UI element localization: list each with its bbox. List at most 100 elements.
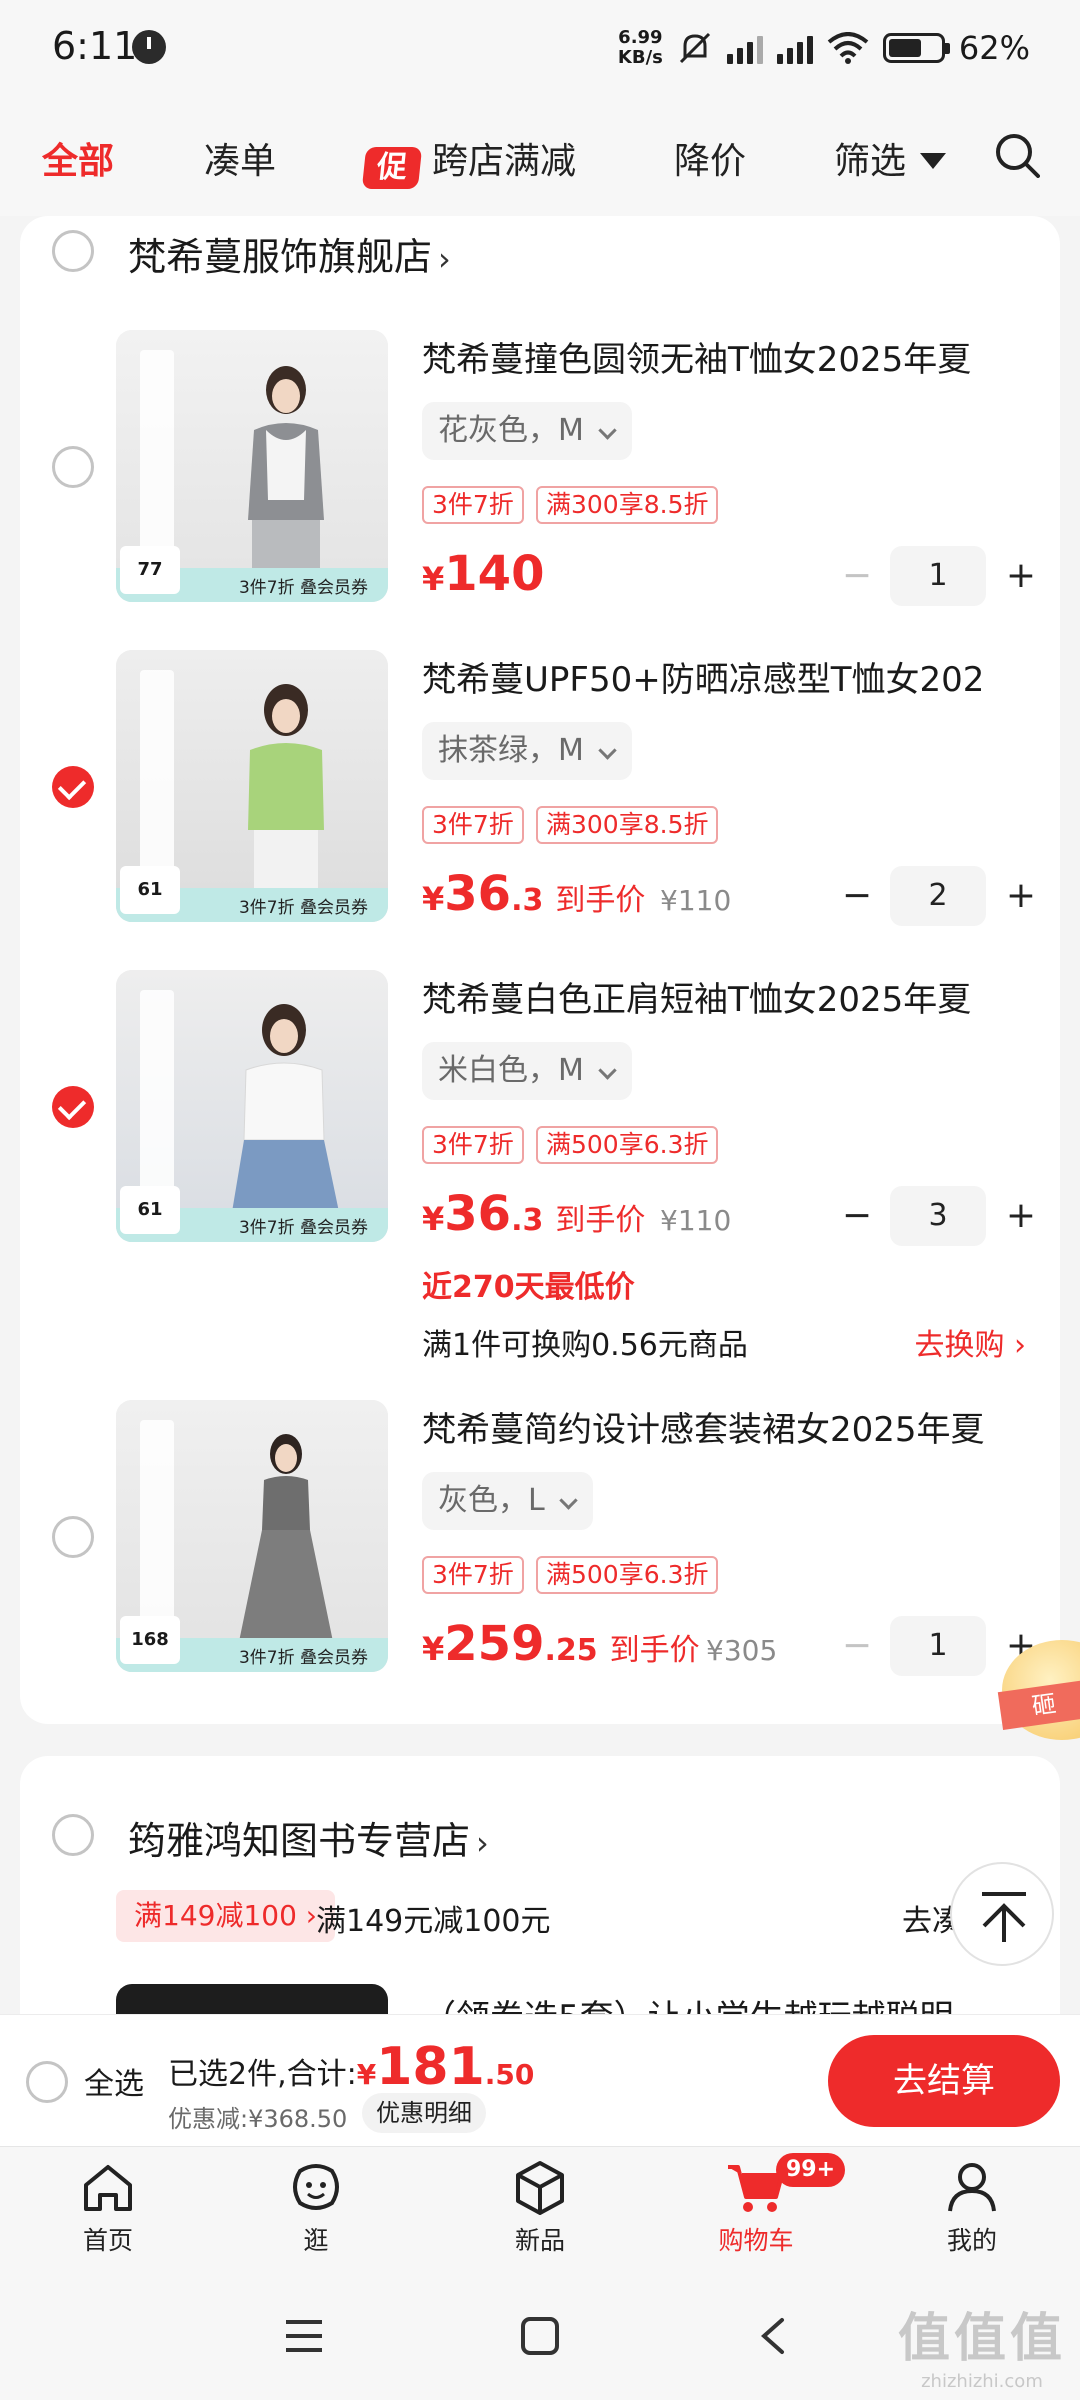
thumb-price: 77 <box>120 546 180 594</box>
coupon-pill[interactable]: 满149减100 › <box>116 1890 335 1942</box>
checkout-bar: 全选 已选2件,合计:¥181.50 优惠减:¥368.50 优惠明细 去结算 <box>0 2014 1080 2146</box>
menu-icon[interactable] <box>284 2318 324 2354</box>
checkout-button[interactable]: 去结算 <box>828 2035 1060 2127</box>
promo-tag: 3件7折 <box>422 806 524 844</box>
item-select-checkbox[interactable] <box>52 446 94 488</box>
product-image[interactable]: 3件7折 叠会员券 61 <box>116 650 388 922</box>
thumb-price: 61 <box>120 1186 180 1234</box>
item-select-checkbox[interactable] <box>52 766 94 808</box>
decrease-button[interactable]: − <box>832 866 882 926</box>
filter-tabs: 全部 凑单 促跨店满减 降价 筛选 <box>0 96 1080 216</box>
tab-cross-store[interactable]: 促跨店满减 <box>361 132 577 189</box>
tab-all[interactable]: 全部 <box>42 132 114 184</box>
decrease-button[interactable]: − <box>832 546 882 606</box>
nav-profile[interactable]: 我的 <box>902 2157 1042 2257</box>
tab-price-drop[interactable]: 降价 <box>674 132 746 184</box>
store-name[interactable]: 梵希蔓服饰旗舰店 › <box>128 226 451 281</box>
mute-icon <box>679 32 710 64</box>
sku-selector[interactable]: 米白色，M <box>422 1042 632 1100</box>
promo-tag: 3件7折 <box>422 1556 524 1594</box>
coupon-description: 满149元减100元 <box>316 1904 551 1939</box>
cart-count-badge: 99+ <box>776 2153 846 2187</box>
battery-percent: 62% <box>958 29 1030 67</box>
item-price: ¥140 <box>422 546 545 602</box>
product-title[interactable]: 梵希蔓撞色圆领无袖T恤女2025年夏 <box>422 332 1042 381</box>
product-title[interactable]: 梵希蔓白色正肩短袖T恤女2025年夏 <box>422 972 1042 1021</box>
selected-summary: 已选2件,合计:¥181.50 <box>168 2037 535 2097</box>
status-bar: 6:11 6.99 KB/s 62% <box>0 0 1080 96</box>
back-icon[interactable] <box>758 2316 788 2356</box>
product-image[interactable]: 3件7折 叠会员券 77 <box>116 330 388 602</box>
sku-selector[interactable]: 抹茶绿，M <box>422 722 632 780</box>
store-card-2: 筠雅鸿知图书专营店› 满149减100 › 满149元减100元 去凑 （领券选… <box>20 1756 1060 2056</box>
clock: 6:11 <box>52 24 138 68</box>
tab-filter[interactable]: 筛选 <box>834 132 947 184</box>
product-photo <box>248 366 324 590</box>
product-photo <box>228 1004 344 1236</box>
nav-explore[interactable]: 逛 <box>246 2157 386 2257</box>
quantity-value[interactable]: 1 <box>890 546 986 606</box>
promo-tag: 满300享8.5折 <box>536 486 719 524</box>
promo-tag: 满500享6.3折 <box>536 1556 719 1594</box>
lowest-price-note: 近270天最低价 <box>422 1270 635 1305</box>
quantity-value[interactable]: 2 <box>890 866 986 926</box>
home-icon <box>84 2165 132 2211</box>
item-select-checkbox[interactable] <box>52 1516 94 1558</box>
discount-detail-button[interactable]: 优惠明细 <box>362 2093 486 2133</box>
swap-purchase-link[interactable]: 去换购 › <box>914 1320 1026 1364</box>
select-all-checkbox[interactable] <box>26 2061 68 2103</box>
product-title[interactable]: 梵希蔓简约设计感套装裙女2025年夏 <box>422 1402 1042 1451</box>
nav-new-products[interactable]: 新品 <box>470 2157 610 2257</box>
swap-purchase-note: 满1件可换购0.56元商品 <box>422 1328 748 1363</box>
decrease-button[interactable]: − <box>832 1616 882 1676</box>
nav-home[interactable]: 首页 <box>38 2157 178 2257</box>
increase-button[interactable]: + <box>996 546 1046 606</box>
wifi-icon <box>827 32 869 64</box>
item-select-checkbox[interactable] <box>52 1086 94 1128</box>
cart-page: 6:11 6.99 KB/s 62% 全部 凑单 促跨店满减 降价 筛选 梵希蔓… <box>0 0 1080 2400</box>
store-select-checkbox[interactable] <box>52 230 94 272</box>
signal-icon-2 <box>776 32 813 64</box>
thumb-price: 61 <box>120 866 180 914</box>
tab-filter-label: 筛选 <box>834 141 907 182</box>
increase-button[interactable]: + <box>996 866 1046 926</box>
original-price: ¥110 <box>660 884 732 917</box>
tab-bundle[interactable]: 凑单 <box>204 132 276 184</box>
item-price: ¥36.3 到手价 <box>422 866 646 922</box>
store-select-checkbox[interactable] <box>52 1814 94 1856</box>
original-price: ¥110 <box>660 1204 732 1237</box>
item-price: ¥259.25 到手价 <box>422 1616 700 1672</box>
home-button-icon[interactable] <box>520 2316 560 2356</box>
battery-icon <box>882 33 950 63</box>
item-price: ¥36.3 到手价 <box>422 1186 646 1242</box>
promo-tag: 3件7折 <box>422 486 524 524</box>
quantity-stepper: − 1 + <box>832 546 1044 606</box>
sku-selector[interactable]: 灰色，L <box>422 1472 593 1530</box>
watermark: 值值值 zhizhizhi.com <box>897 2309 1066 2392</box>
quantity-value[interactable]: 3 <box>890 1186 986 1246</box>
select-all-label[interactable]: 全选 <box>84 2059 144 2103</box>
promo-tag: 满300享8.5折 <box>536 806 719 844</box>
signal-icon <box>726 32 763 64</box>
quantity-value[interactable]: 1 <box>890 1616 986 1676</box>
back-to-top-button[interactable] <box>950 1862 1054 1966</box>
sku-selector[interactable]: 花灰色，M <box>422 402 632 460</box>
promo-badge: 促 <box>361 147 423 189</box>
quantity-stepper: − 2 + <box>832 866 1044 926</box>
decrease-button[interactable]: − <box>832 1186 882 1246</box>
store-name[interactable]: 筠雅鸿知图书专营店 › <box>128 1810 489 1865</box>
increase-button[interactable]: + <box>996 1186 1046 1246</box>
discount-amount: 优惠减:¥368.50 <box>168 2105 348 2133</box>
thumb-price: 168 <box>120 1616 180 1664</box>
chevron-right-icon: › <box>438 240 451 278</box>
product-image[interactable]: 3件7折 叠会员券 168 <box>116 1400 388 1672</box>
product-image[interactable]: 3件7折 叠会员券 61 <box>116 970 388 1242</box>
nav-cart[interactable]: 99+ 购物车 <box>686 2153 846 2257</box>
profile-icon <box>948 2163 996 2212</box>
chevron-right-icon: › <box>476 1824 489 1862</box>
search-icon[interactable] <box>994 132 1040 178</box>
promo-tag: 满500享6.3折 <box>536 1126 719 1164</box>
product-title[interactable]: 梵希蔓UPF50+防晒凉感型T恤女202 <box>422 652 1042 701</box>
tab-cross-store-label: 跨店满减 <box>432 141 577 182</box>
funnel-icon <box>920 153 947 169</box>
